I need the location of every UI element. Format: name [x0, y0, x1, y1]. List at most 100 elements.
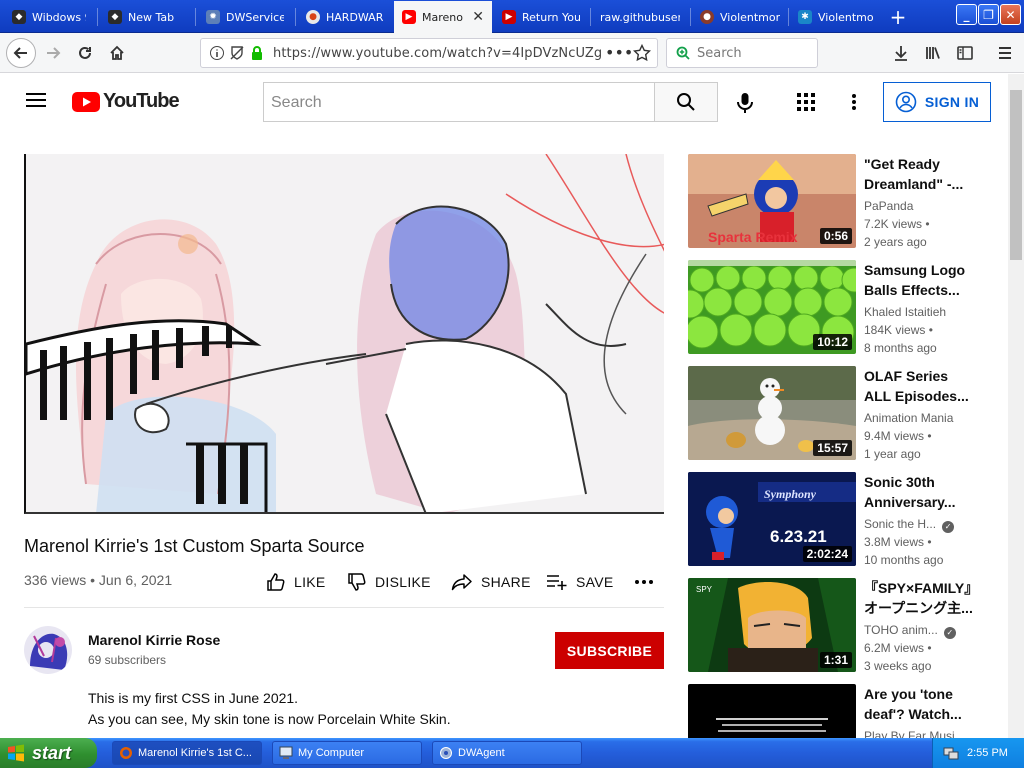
svg-text:Sparta Remix: Sparta Remix — [708, 229, 798, 245]
tab-dwservice[interactable]: ✹ DWService — [198, 2, 292, 32]
video-thumbnail[interactable]: 10:12 — [688, 260, 856, 354]
save-label: SAVE — [576, 574, 614, 590]
minimize-button[interactable]: _ — [956, 4, 977, 25]
taskbar-item-my-computer[interactable]: My Computer — [272, 741, 422, 765]
tab-wibdows[interactable]: ◆ Wibdows 9 — [4, 2, 94, 32]
forward-button[interactable] — [38, 38, 68, 68]
settings-menu-button[interactable] — [851, 93, 857, 115]
taskbar-item-dwagent[interactable]: DWAgent — [432, 741, 582, 765]
tracking-protection-icon[interactable] — [229, 45, 245, 65]
url-text: https://www.youtube.com/watch?v=4IpDVzNc… — [273, 46, 603, 61]
taskbar-item-firefox[interactable]: Marenol Kirrie's 1st C... — [112, 741, 262, 765]
youtube-search-input[interactable]: Search — [263, 82, 655, 122]
recommended-video[interactable]: 10:12 Samsung Logo Balls Effects... Khal… — [688, 260, 988, 355]
tab-label: HARDWAR — [326, 10, 384, 24]
channel-name[interactable]: Khaled Istaitieh — [864, 305, 946, 319]
tab-hardware[interactable]: ● HARDWAR — [298, 2, 392, 32]
video-title[interactable]: Sonic 30th Anniversary... — [864, 472, 976, 512]
sign-in-button[interactable]: SIGN IN — [883, 82, 991, 122]
back-button[interactable] — [6, 38, 36, 68]
new-tab-button[interactable]: + — [884, 4, 912, 30]
video-title[interactable]: 『SPY×FAMILY』オープニング主... — [864, 578, 976, 618]
reload-button[interactable] — [70, 38, 100, 68]
guide-menu-button[interactable] — [26, 92, 46, 112]
video-thumbnail[interactable]: 15:57 — [688, 366, 856, 460]
video-thumbnail[interactable]: SPY 1:31 — [688, 578, 856, 672]
recommended-video[interactable]: Sparta Remix 0:56 "Get Ready Dreamland" … — [688, 154, 988, 249]
channel-name[interactable]: Play By Far Musi — [864, 729, 955, 738]
taskbar-item-label: Marenol Kirrie's 1st C... — [138, 747, 252, 759]
monkey-icon: ● — [700, 10, 714, 24]
channel-avatar[interactable] — [24, 626, 72, 674]
video-title[interactable]: OLAF Series ALL Episodes... — [864, 366, 976, 406]
video-player[interactable] — [24, 154, 664, 514]
youtube-search-button[interactable] — [654, 82, 718, 122]
recommended-video[interactable]: 15:57 OLAF Series ALL Episodes... Animat… — [688, 366, 988, 461]
save-button[interactable]: SAVE — [546, 570, 614, 594]
network-icon[interactable] — [943, 745, 959, 761]
sidebar-button[interactable] — [950, 38, 980, 68]
verified-check-icon: ✓ — [943, 627, 956, 639]
upload-age: 8 months ago — [864, 341, 937, 355]
video-title[interactable]: Are you 'tone deaf'? Watch... — [864, 684, 976, 724]
video-title[interactable]: Samsung Logo Balls Effects... — [864, 260, 976, 300]
downloads-button[interactable] — [886, 38, 916, 68]
video-title[interactable]: "Get Ready Dreamland" -... — [864, 154, 976, 194]
gear-icon — [440, 747, 452, 759]
close-window-button[interactable]: ✕ — [1000, 4, 1021, 25]
recommended-video[interactable]: SPY 1:31 『SPY×FAMILY』オープニング主... TOHO ani… — [688, 578, 988, 673]
voice-search-button[interactable] — [736, 92, 754, 118]
channel-name[interactable]: Animation Mania — [864, 411, 953, 425]
lock-icon[interactable] — [249, 45, 265, 65]
start-button[interactable]: start — [0, 738, 97, 768]
dislike-button[interactable]: DISLIKE — [347, 570, 431, 594]
divider — [24, 607, 664, 608]
maximize-button[interactable]: ❐ — [978, 4, 999, 25]
channel-name-text: TOHO anim... — [864, 623, 938, 637]
tab-return-youtube[interactable]: ▶ Return You — [494, 2, 588, 32]
tab-label: Marenol — [422, 10, 465, 24]
library-button[interactable] — [918, 38, 948, 68]
video-thumbnail[interactable] — [688, 684, 856, 738]
subscribe-button[interactable]: SUBSCRIBE — [555, 632, 664, 669]
scrollbar-thumb[interactable] — [1010, 90, 1022, 260]
channel-subscriber-count: 69 subscribers — [88, 653, 167, 667]
library-icon — [926, 47, 940, 59]
info-icon[interactable] — [209, 45, 225, 65]
tab-label: Violentmonk — [818, 10, 874, 24]
youtube-logo-icon[interactable] — [72, 92, 100, 116]
recommended-video[interactable]: Symphony 6.23.21 2:02:24 Sonic 30th Anni… — [688, 472, 988, 567]
tab-new-tab[interactable]: ◆ New Tab — [100, 2, 194, 32]
channel-name[interactable]: Marenol Kirrie Rose — [88, 632, 220, 648]
tab-violentmonkey-1[interactable]: ● Violentmonk — [692, 2, 788, 32]
page-scrollbar[interactable] — [1008, 74, 1024, 738]
more-actions-button[interactable] — [634, 570, 662, 594]
browser-search-field[interactable]: Search — [666, 38, 818, 68]
video-frame-image — [26, 154, 664, 512]
download-icon — [895, 46, 907, 61]
recommended-video[interactable]: Are you 'tone deaf'? Watch... Play By Fa… — [688, 684, 988, 738]
tab-close-icon[interactable]: ✕ — [472, 9, 484, 25]
like-button[interactable]: LIKE — [266, 570, 326, 594]
video-thumbnail[interactable]: Symphony 6.23.21 2:02:24 — [688, 472, 856, 566]
channel-name[interactable]: PaPanda — [864, 199, 913, 213]
tab-marenol-active[interactable]: ▶ Marenol ✕ — [394, 1, 492, 33]
channel-name[interactable]: TOHO anim... ✓ — [864, 623, 956, 639]
home-button[interactable] — [102, 38, 132, 68]
video-thumbnail[interactable]: Sparta Remix 0:56 — [688, 154, 856, 248]
tab-violentmonkey-2[interactable]: ✱ Violentmonk — [790, 2, 882, 32]
page-actions-icon[interactable]: ••• — [605, 43, 633, 62]
video-meta: 336 views • Jun 6, 2021 — [24, 572, 173, 588]
clock[interactable]: 2:55 PM — [967, 747, 1008, 759]
menu-button[interactable] — [990, 38, 1020, 68]
browser-tab-strip: ◆ Wibdows 9 ◆ New Tab ✹ DWService ● HARD… — [0, 0, 1024, 33]
bookmark-star-icon[interactable] — [632, 43, 652, 66]
view-count: 3.8M views • — [864, 535, 932, 549]
apps-button[interactable] — [797, 93, 815, 115]
taskbar-item-label: My Computer — [298, 747, 365, 759]
url-bar[interactable]: https://www.youtube.com/watch?v=4IpDVzNc… — [200, 38, 658, 68]
channel-name[interactable]: Sonic the H... ✓ — [864, 517, 955, 533]
tab-raw-github[interactable]: raw.githubuserc — [592, 2, 688, 32]
share-button[interactable]: SHARE — [451, 570, 531, 594]
youtube-logo-text[interactable]: YouTube — [103, 90, 180, 113]
